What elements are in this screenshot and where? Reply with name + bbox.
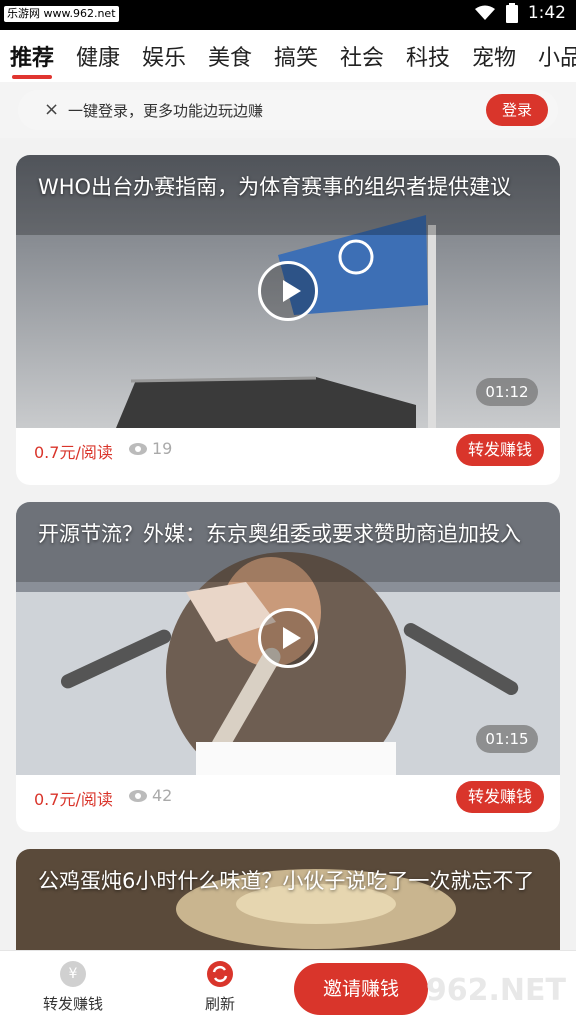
invite-earn-button[interactable]: 邀请赚钱 (294, 963, 428, 1015)
tab-funny[interactable]: 搞笑 (274, 40, 318, 72)
login-banner-text: 一键登录，更多功能边玩边赚 (68, 102, 264, 120)
close-icon[interactable]: × (44, 99, 59, 120)
active-tab-indicator (12, 75, 52, 79)
refresh-icon (207, 961, 233, 987)
login-button[interactable]: 登录 (486, 94, 548, 126)
status-source: 乐游网 www.962.net (4, 6, 119, 22)
reward-rate: 0.7元/阅读 (34, 790, 113, 809)
video-title[interactable]: WHO出台办赛指南，为体育赛事的组织者提供建议 (38, 173, 538, 201)
tab-tech[interactable]: 科技 (406, 40, 450, 72)
video-thumbnail[interactable]: 公鸡蛋炖6小时什么味道？小伙子说吃了一次就忘不了 (16, 849, 560, 950)
play-icon[interactable] (258, 608, 318, 668)
nav-refresh-label: 刷新 (204, 995, 235, 1013)
battery-icon (505, 3, 518, 23)
nav-share-earn[interactable]: ¥ 转发赚钱 (40, 961, 106, 1014)
view-count: 42 (152, 786, 173, 805)
tab-society[interactable]: 社会 (340, 40, 384, 72)
tab-food[interactable]: 美食 (208, 40, 252, 72)
video-duration: 01:15 (476, 725, 538, 753)
video-thumbnail[interactable]: WHO出台办赛指南，为体育赛事的组织者提供建议 01:12 (16, 155, 560, 428)
video-title[interactable]: 开源节流？外媒：东京奥组委或要求赞助商追加投入 (38, 520, 538, 548)
nav-share-earn-label: 转发赚钱 (42, 995, 103, 1013)
eye-icon (129, 443, 147, 455)
tab-health[interactable]: 健康 (76, 40, 120, 72)
video-card[interactable]: WHO出台办赛指南，为体育赛事的组织者提供建议 01:12 0.7元/阅读 19… (16, 155, 560, 485)
category-tabs: 推荐 健康 娱乐 美食 搞笑 社会 科技 宠物 小品 (0, 30, 576, 82)
wifi-icon (474, 5, 495, 20)
eye-icon (129, 790, 147, 802)
reward-rate: 0.7元/阅读 (34, 443, 113, 462)
tab-entertainment[interactable]: 娱乐 (142, 40, 186, 72)
site-watermark: 962.NET (425, 973, 566, 1008)
bottom-navigation: ¥ 转发赚钱 刷新 邀请赚钱 962.NET (0, 950, 576, 1024)
share-earn-button[interactable]: 转发赚钱 (456, 781, 544, 813)
share-earn-button[interactable]: 转发赚钱 (456, 434, 544, 466)
play-icon[interactable] (258, 261, 318, 321)
food-image (16, 849, 560, 950)
video-duration: 01:12 (476, 378, 538, 406)
status-time: 1:42 (527, 3, 566, 23)
view-count: 19 (152, 439, 173, 458)
tab-pets[interactable]: 宠物 (472, 40, 516, 72)
video-card[interactable]: 开源节流？外媒：东京奥组委或要求赞助商追加投入 01:15 0.7元/阅读 42… (16, 502, 560, 832)
tab-recommend[interactable]: 推荐 (10, 40, 54, 72)
nav-refresh[interactable]: 刷新 (200, 961, 240, 1014)
video-title[interactable]: 公鸡蛋炖6小时什么味道？小伙子说吃了一次就忘不了 (38, 867, 538, 895)
video-card[interactable]: 公鸡蛋炖6小时什么味道？小伙子说吃了一次就忘不了 (16, 849, 560, 950)
tab-sketch[interactable]: 小品 (538, 40, 576, 72)
video-thumbnail[interactable]: 开源节流？外媒：东京奥组委或要求赞助商追加投入 01:15 (16, 502, 560, 775)
yuan-icon: ¥ (60, 961, 86, 987)
login-banner: × 一键登录，更多功能边玩边赚 登录 (18, 90, 558, 130)
status-bar: 乐游网 www.962.net 1:42 (0, 0, 576, 30)
